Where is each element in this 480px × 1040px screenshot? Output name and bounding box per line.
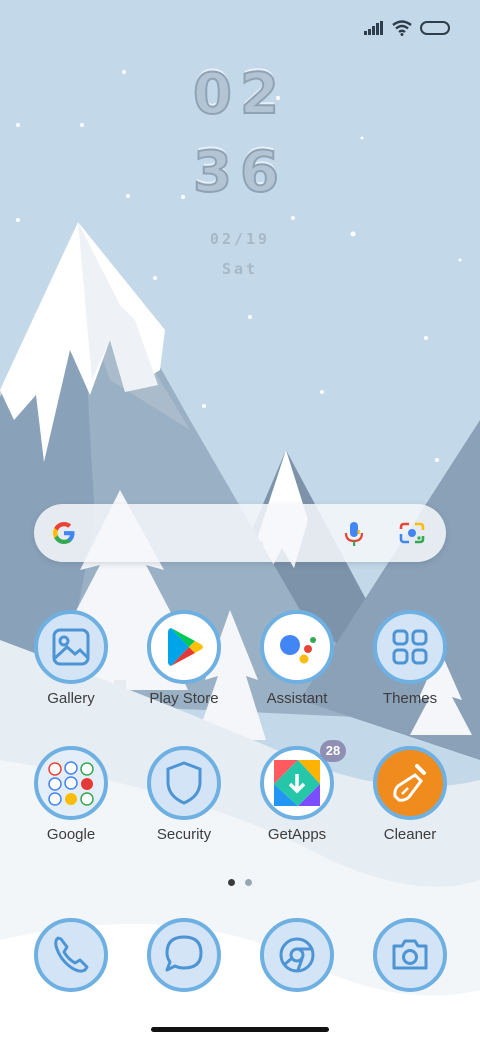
google-folder-icon <box>48 761 94 806</box>
dock-camera[interactable] <box>355 918 465 998</box>
getapps-icon <box>274 760 320 806</box>
clock-date: 02/19 <box>209 230 271 248</box>
app-gallery[interactable]: Gallery <box>16 610 126 736</box>
page-indicator-dot-active[interactable] <box>228 879 235 886</box>
wifi-icon <box>392 20 412 36</box>
app-label: Google <box>46 826 96 843</box>
chrome-icon <box>279 937 315 973</box>
app-label: Themes <box>382 690 438 707</box>
battery-icon <box>420 21 450 35</box>
google-search-bar[interactable] <box>34 504 446 562</box>
clock-minutes: 36 <box>192 139 287 206</box>
app-label: Play Store <box>149 690 219 707</box>
dock-messages[interactable] <box>129 918 239 998</box>
broom-icon <box>393 764 426 802</box>
microphone-icon[interactable] <box>342 520 366 548</box>
dock-phone[interactable] <box>16 918 126 998</box>
gallery-icon <box>52 628 90 666</box>
app-label: GetApps <box>267 826 327 843</box>
google-logo <box>53 522 75 544</box>
page-indicator-dot[interactable] <box>245 879 252 886</box>
clock-hours: 02 <box>192 61 287 128</box>
clock-weekday: Sat <box>221 260 259 278</box>
app-label: Assistant <box>266 690 328 707</box>
app-getapps[interactable]: 28 GetApps <box>242 740 352 872</box>
app-assistant[interactable]: Assistant <box>242 610 352 736</box>
app-play-store[interactable]: Play Store <box>129 610 239 736</box>
app-cleaner[interactable]: Cleaner <box>355 746 465 872</box>
camera-icon <box>392 939 428 970</box>
messages-icon <box>165 935 203 972</box>
signal-icon <box>364 21 383 35</box>
folder-google[interactable]: Google <box>16 746 126 872</box>
phone-icon <box>54 936 89 973</box>
themes-icon <box>392 629 428 665</box>
status-bar <box>364 16 450 40</box>
play-store-icon <box>168 628 203 666</box>
app-label: Gallery <box>47 690 95 707</box>
app-label: Security <box>156 826 212 843</box>
assistant-icon <box>280 635 316 664</box>
app-label: Cleaner <box>383 826 437 843</box>
notification-badge: 28 <box>320 740 346 762</box>
lens-camera-icon[interactable] <box>398 520 426 546</box>
app-themes[interactable]: Themes <box>355 610 465 736</box>
app-security[interactable]: Security <box>129 746 239 872</box>
gesture-navigation-bar[interactable] <box>151 1027 329 1032</box>
dock-chrome[interactable] <box>242 918 352 998</box>
shield-icon <box>166 761 202 805</box>
